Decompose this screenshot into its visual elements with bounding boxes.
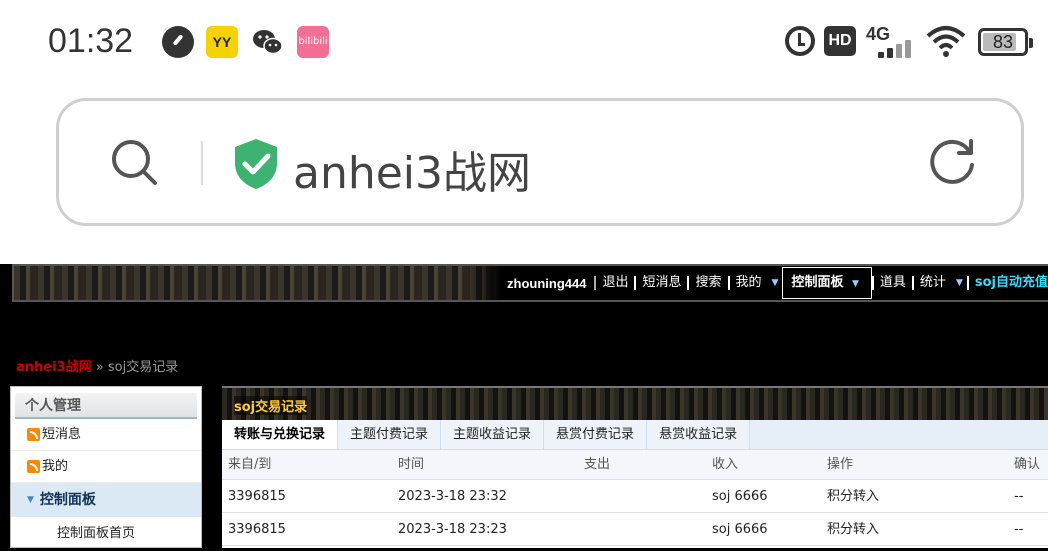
browser-toolbar: anhei3战网 [0, 84, 1048, 264]
table-cell: 3396815 [228, 522, 286, 537]
rss-icon [27, 428, 40, 441]
bilibili-icon: bilibili [297, 26, 329, 58]
table-row: 3396815 2023-3-18 23:23 soj 6666 积分转入 -- [222, 513, 1048, 546]
nav-control-panel-label: 控制面板 [791, 275, 844, 290]
breadcrumb-current: soj交易记录 [107, 360, 179, 375]
wifi-icon [926, 26, 966, 57]
sidebar-item-messages[interactable]: 短消息 [11, 419, 201, 451]
reload-icon[interactable] [925, 135, 979, 189]
status-time: 01:32 [48, 22, 134, 60]
dropdown-arrow-icon[interactable]: ▼ [956, 278, 963, 288]
table-cell: -- [1014, 522, 1024, 537]
caret-down-icon: ▼ [27, 495, 34, 505]
column-header: 来自/到 [228, 457, 272, 472]
section-title: soj交易记录 [234, 396, 308, 415]
sidebar-item-control-panel[interactable]: ▼ 控制面板 [11, 483, 201, 517]
table-cell: -- [1014, 489, 1024, 504]
divider [201, 141, 203, 185]
alarm-icon [785, 26, 815, 56]
nav-stats[interactable]: 统计 [911, 276, 952, 290]
sidebar-item-label: 控制面板 [39, 492, 96, 508]
tab-bar: 转账与兑换记录 主题付费记录 主题收益记录 悬赏付费记录 悬赏收益记录 [222, 420, 1048, 450]
sidebar-item-label: 短消息 [42, 426, 82, 442]
speedometer-icon [162, 26, 194, 58]
tab-transfer-exchange[interactable]: 转账与兑换记录 [222, 420, 339, 449]
search-icon[interactable] [109, 137, 159, 187]
dropdown-arrow-icon[interactable]: ▼ [772, 278, 779, 288]
nav-soj-recharge[interactable]: soj自动充值 [966, 276, 1048, 290]
section-header: soj交易记录 [222, 386, 1048, 420]
tab-topic-payment[interactable]: 主题付费记录 [338, 420, 442, 449]
main-content: soj交易记录 转账与兑换记录 主题付费记录 主题收益记录 悬赏付费记录 悬赏收… [222, 386, 1048, 548]
status-bar: 01:32 YY bilibili HD 4G 83 [0, 0, 1048, 84]
battery-icon: 83 [978, 28, 1033, 56]
column-header: 收入 [712, 457, 739, 472]
sidebar-item-label: 我的 [42, 458, 69, 474]
tab-topic-income[interactable]: 主题收益记录 [441, 420, 545, 449]
nav-search[interactable]: 搜索 [687, 276, 727, 290]
sidebar-item-my[interactable]: 我的 [11, 451, 201, 483]
column-header: 支出 [584, 457, 611, 472]
breadcrumb-home[interactable]: anhei3战网 [16, 360, 92, 375]
battery-level: 83 [992, 32, 1014, 52]
table-cell: 2023-3-18 23:23 [398, 522, 507, 537]
table-cell: soj 6666 [712, 489, 768, 504]
signal-icon [878, 38, 914, 58]
table-cell: 积分转入 [827, 489, 880, 504]
sidebar: 个人管理 短消息 我的 ▼ 控制面板 控制面板首页 [10, 386, 202, 548]
site-name: anhei3战网 [293, 148, 532, 199]
sidebar-subitem-control-panel-home[interactable]: 控制面板首页 [11, 517, 201, 547]
nav-logout[interactable]: 退出 [594, 276, 634, 290]
table-header: 来自/到 时间 支出 收入 操作 确认 [222, 450, 1048, 480]
address-bar[interactable]: anhei3战网 [56, 98, 1024, 226]
column-header: 操作 [827, 457, 854, 472]
column-header: 确认 [1014, 457, 1041, 472]
sidebar-title: 个人管理 [15, 393, 197, 419]
table-cell: soj 6666 [712, 522, 768, 537]
dropdown-arrow-icon[interactable]: ▼ [852, 279, 859, 289]
yy-app-icon: YY [206, 26, 238, 58]
hd-icon: HD [824, 26, 856, 56]
table-cell: 2023-3-18 23:32 [398, 489, 507, 504]
wechat-icon [253, 30, 283, 55]
nav-username[interactable]: zhouning444 [507, 276, 586, 291]
tab-reward-income[interactable]: 悬赏收益记录 [647, 420, 751, 449]
nav-items-tools[interactable]: 道具 [871, 276, 912, 290]
forum-nav-bar: zhouning444 退出 短消息 搜索 我的 ▼ 控制面板 ▼ 道具 统计 … [12, 264, 1048, 302]
nav-control-panel[interactable]: 控制面板 ▼ [782, 267, 872, 299]
breadcrumb: anhei3战网 » soj交易记录 [16, 356, 178, 375]
nav-messages[interactable]: 短消息 [634, 276, 687, 290]
table-row: 3396815 2023-3-18 23:32 soj 6666 积分转入 -- [222, 480, 1048, 513]
tab-reward-payment[interactable]: 悬赏付费记录 [544, 420, 648, 449]
nav-items: zhouning444 退出 短消息 搜索 我的 ▼ 控制面板 ▼ 道具 统计 … [467, 266, 1048, 300]
nav-my[interactable]: 我的 [727, 276, 768, 290]
table-cell: 3396815 [228, 489, 286, 504]
shield-check-icon [235, 139, 277, 189]
breadcrumb-separator: » [95, 360, 104, 375]
table-cell: 积分转入 [827, 522, 880, 537]
rss-icon [27, 460, 40, 473]
column-header: 时间 [398, 457, 425, 472]
